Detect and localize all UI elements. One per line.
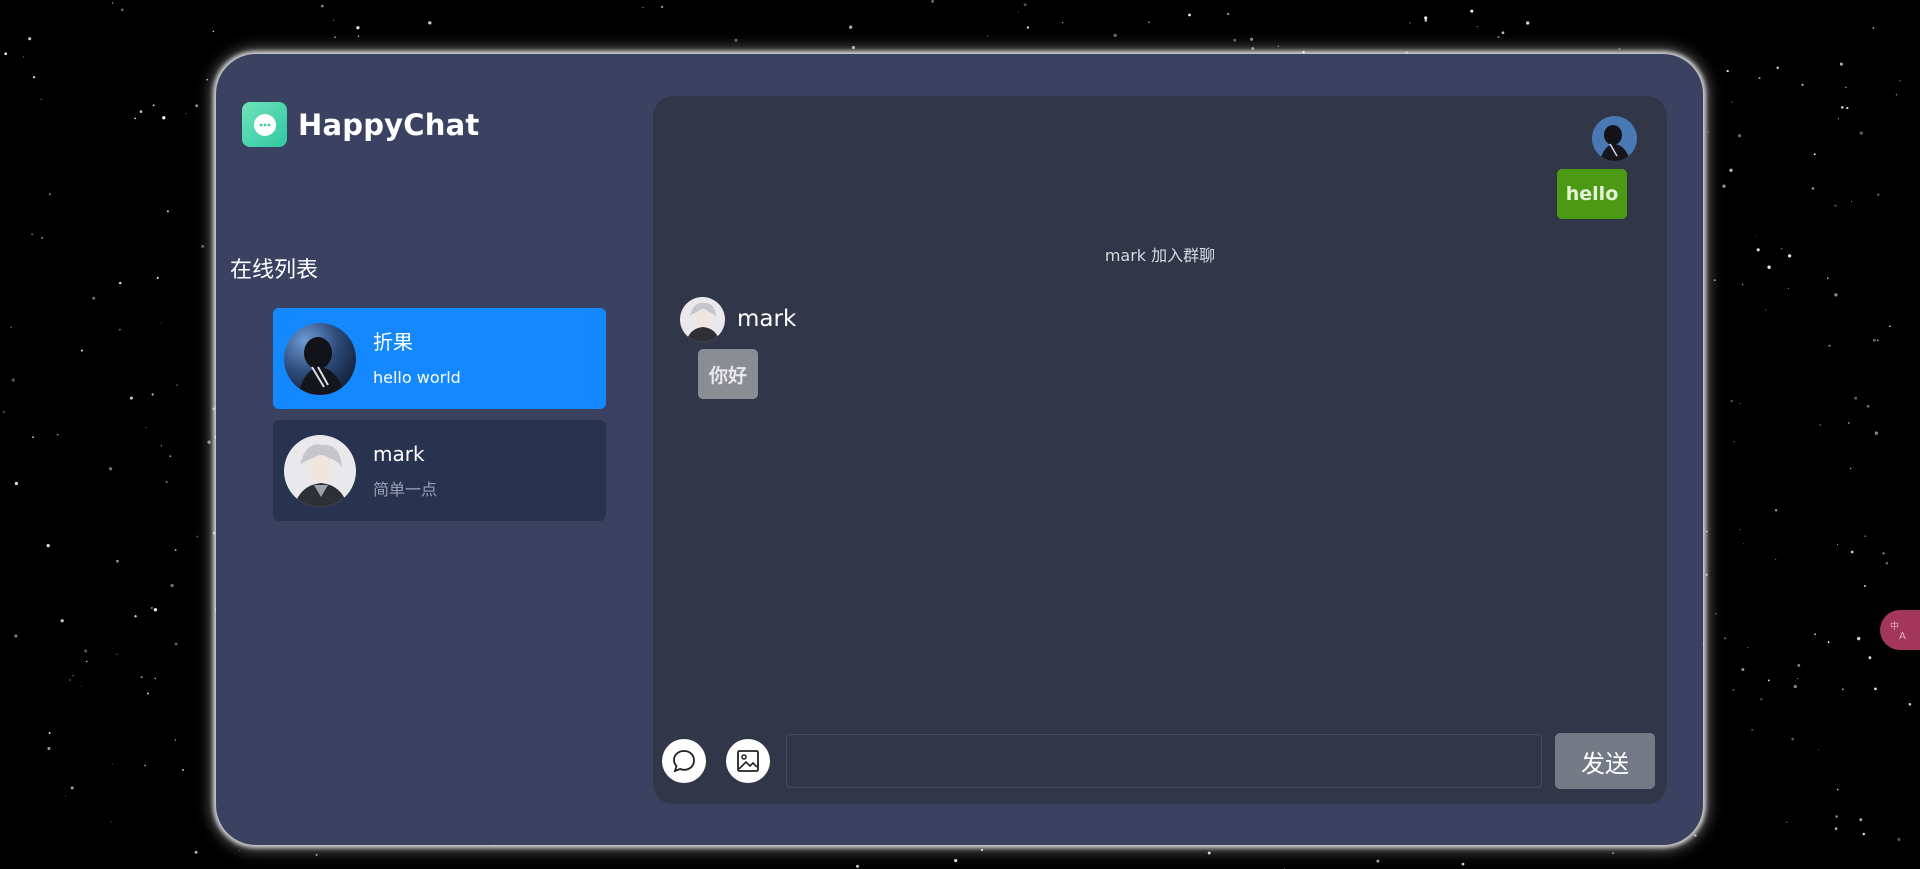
- image-button[interactable]: [726, 739, 770, 783]
- contact-item-mark[interactable]: mark 简单一点: [273, 420, 606, 521]
- translate-icon[interactable]: 中 A: [1880, 610, 1920, 650]
- avatar: [680, 297, 725, 342]
- message-sender-name: mark: [737, 306, 797, 332]
- app-name: HappyChat: [298, 107, 480, 142]
- send-button[interactable]: 发送: [1555, 733, 1655, 789]
- image-icon: [737, 750, 759, 772]
- chat-panel: hello mark 加入群聊 mark 你好 发送: [653, 96, 1667, 804]
- svg-text:A: A: [1899, 631, 1906, 642]
- online-list-title: 在线列表: [230, 258, 319, 283]
- emoji-button[interactable]: [662, 739, 706, 783]
- avatar: [284, 434, 356, 507]
- contact-name: 折果: [373, 329, 413, 354]
- contact-item-zheguo[interactable]: 折果 hello world: [273, 308, 606, 409]
- app-window: HappyChat 在线列表 折果 hello world mark 简单一点 …: [216, 54, 1703, 845]
- avatar: [1592, 116, 1637, 161]
- svg-text:中: 中: [1890, 620, 1899, 632]
- system-notice: mark 加入群聊: [1104, 246, 1216, 265]
- message-bubble-other: 你好: [698, 349, 758, 399]
- avatar: [284, 322, 356, 395]
- chat-bubble-icon: [242, 102, 287, 147]
- contact-last-message: hello world: [373, 367, 461, 387]
- chat-bubble-outline-icon: [673, 750, 695, 773]
- brand: HappyChat: [242, 102, 479, 147]
- contact-last-message: 简单一点: [373, 479, 438, 499]
- message-bubble-self: hello: [1557, 169, 1627, 219]
- message-input[interactable]: [786, 734, 1542, 788]
- contact-name: mark: [373, 441, 425, 466]
